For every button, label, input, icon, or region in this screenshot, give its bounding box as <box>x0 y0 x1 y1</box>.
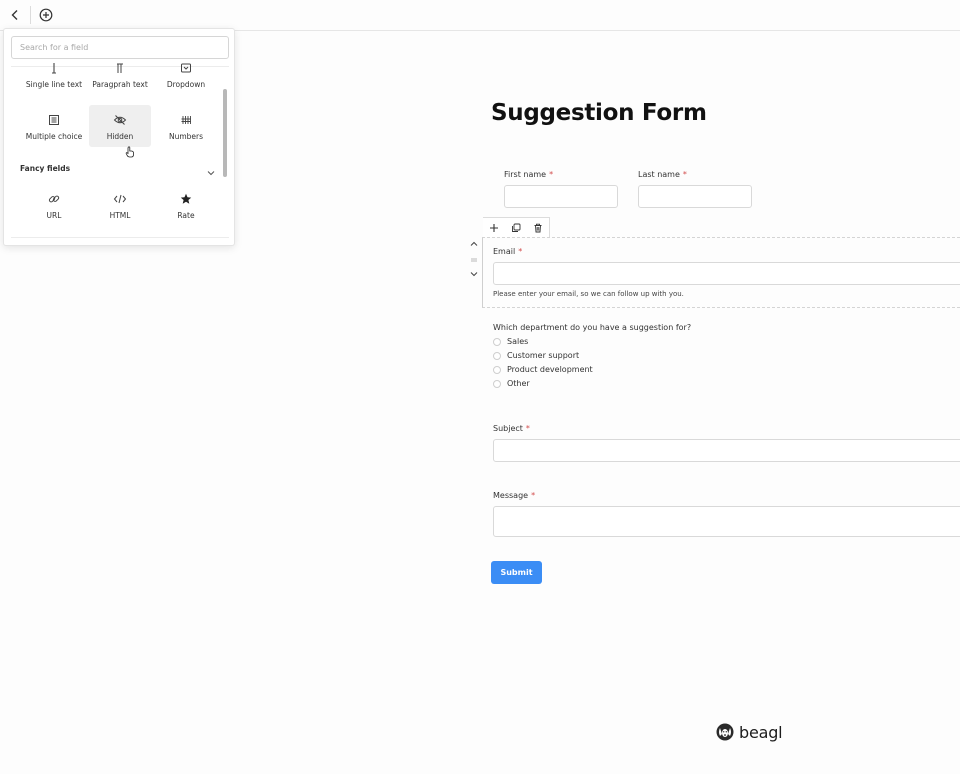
top-bar <box>0 0 960 31</box>
field-option-hidden[interactable]: Hidden <box>89 105 151 147</box>
dropdown-icon <box>180 61 192 75</box>
field-option-label: Paragprah text <box>92 80 148 89</box>
field-row-toolbar <box>483 217 550 237</box>
chevron-down-icon[interactable] <box>206 163 216 176</box>
radio-option[interactable]: Other <box>493 379 530 388</box>
brand-name: beagl <box>739 722 783 742</box>
field-option-numbers[interactable]: Numbers <box>155 105 217 147</box>
required-mark: * <box>518 247 523 256</box>
radio-option[interactable]: Sales <box>493 337 528 346</box>
field-picker-panel: Single line text Paragprah text Dropdown… <box>3 28 235 246</box>
department-question: Which department do you have a suggestio… <box>493 323 692 332</box>
topbar-divider <box>30 6 31 24</box>
email-label-text: Email <box>493 247 516 256</box>
required-mark: * <box>549 170 554 179</box>
field-option-label: Multiple choice <box>25 132 83 141</box>
field-search-input[interactable] <box>11 36 229 59</box>
field-option-label: Dropdown <box>166 80 206 89</box>
divider <box>11 237 229 238</box>
field-option-label: HTML <box>109 211 131 220</box>
duplicate-icon[interactable] <box>505 218 527 238</box>
drag-handle-icon[interactable] <box>468 255 480 265</box>
last-name-label-text: Last name <box>638 170 680 179</box>
paragraph-icon <box>115 61 125 75</box>
link-icon <box>48 192 60 206</box>
form-title: Suggestion Form <box>491 100 707 126</box>
message-label: Message * <box>493 491 535 500</box>
message-label-text: Message <box>493 491 529 500</box>
radio-option[interactable]: Product development <box>493 365 593 374</box>
hand-cursor-icon <box>125 146 135 158</box>
code-icon <box>113 192 127 206</box>
field-option-paragraph-text[interactable]: Paragprah text <box>89 59 151 95</box>
field-option-rate[interactable]: Rate <box>155 184 217 226</box>
text-cursor-icon <box>49 61 59 75</box>
panel-scrollbar[interactable] <box>223 89 227 177</box>
required-mark: * <box>682 170 687 179</box>
last-name-label: Last name * <box>638 170 687 179</box>
required-mark: * <box>525 424 530 433</box>
email-input[interactable] <box>493 262 960 285</box>
field-option-label: Hidden <box>106 132 134 141</box>
chevron-up-icon[interactable] <box>468 239 480 249</box>
subject-label: Subject * <box>493 424 530 433</box>
submit-button[interactable]: Submit <box>491 561 542 584</box>
chevron-down-icon[interactable] <box>468 269 480 279</box>
required-mark: * <box>531 491 536 500</box>
field-option-html[interactable]: HTML <box>89 184 151 226</box>
last-name-input[interactable] <box>638 185 752 208</box>
email-label: Email * <box>493 247 522 256</box>
radio-label: Product development <box>507 365 593 374</box>
radio-button[interactable] <box>493 379 501 388</box>
radio-label: Other <box>507 379 530 388</box>
first-name-label: First name * <box>504 170 553 179</box>
section-title-fancy-fields: Fancy fields <box>20 164 71 173</box>
plus-circle-icon[interactable] <box>37 6 55 24</box>
message-textarea[interactable] <box>493 506 960 537</box>
hash-icon <box>180 113 192 127</box>
field-option-single-line-text[interactable]: Single line text <box>23 59 85 95</box>
eye-off-icon <box>113 113 127 127</box>
radio-label: Sales <box>507 337 529 346</box>
plus-icon[interactable] <box>483 218 505 238</box>
subject-label-text: Subject <box>493 424 523 433</box>
trash-icon[interactable] <box>527 218 549 238</box>
field-option-label: URL <box>46 211 62 220</box>
field-option-label: Rate <box>177 211 195 220</box>
first-name-label-text: First name <box>504 170 547 179</box>
field-option-url[interactable]: URL <box>23 184 85 226</box>
radio-option[interactable]: Customer support <box>493 351 579 360</box>
field-option-label: Single line text <box>25 80 83 89</box>
first-name-input[interactable] <box>504 185 618 208</box>
chevron-left-icon[interactable] <box>6 6 24 24</box>
radio-button[interactable] <box>493 351 501 360</box>
email-hint: Please enter your email, so we can follo… <box>493 290 684 298</box>
radio-button[interactable] <box>493 365 501 374</box>
radio-label: Customer support <box>507 351 580 360</box>
field-option-multiple-choice[interactable]: Multiple choice <box>23 105 85 147</box>
brand-logo: beagl <box>715 722 783 742</box>
field-option-label: Numbers <box>168 132 204 141</box>
beagle-logo-icon <box>716 723 734 741</box>
field-option-dropdown[interactable]: Dropdown <box>155 59 217 95</box>
subject-input[interactable] <box>493 439 960 462</box>
star-icon <box>180 192 192 206</box>
radio-button[interactable] <box>493 337 501 346</box>
list-icon <box>48 113 60 127</box>
